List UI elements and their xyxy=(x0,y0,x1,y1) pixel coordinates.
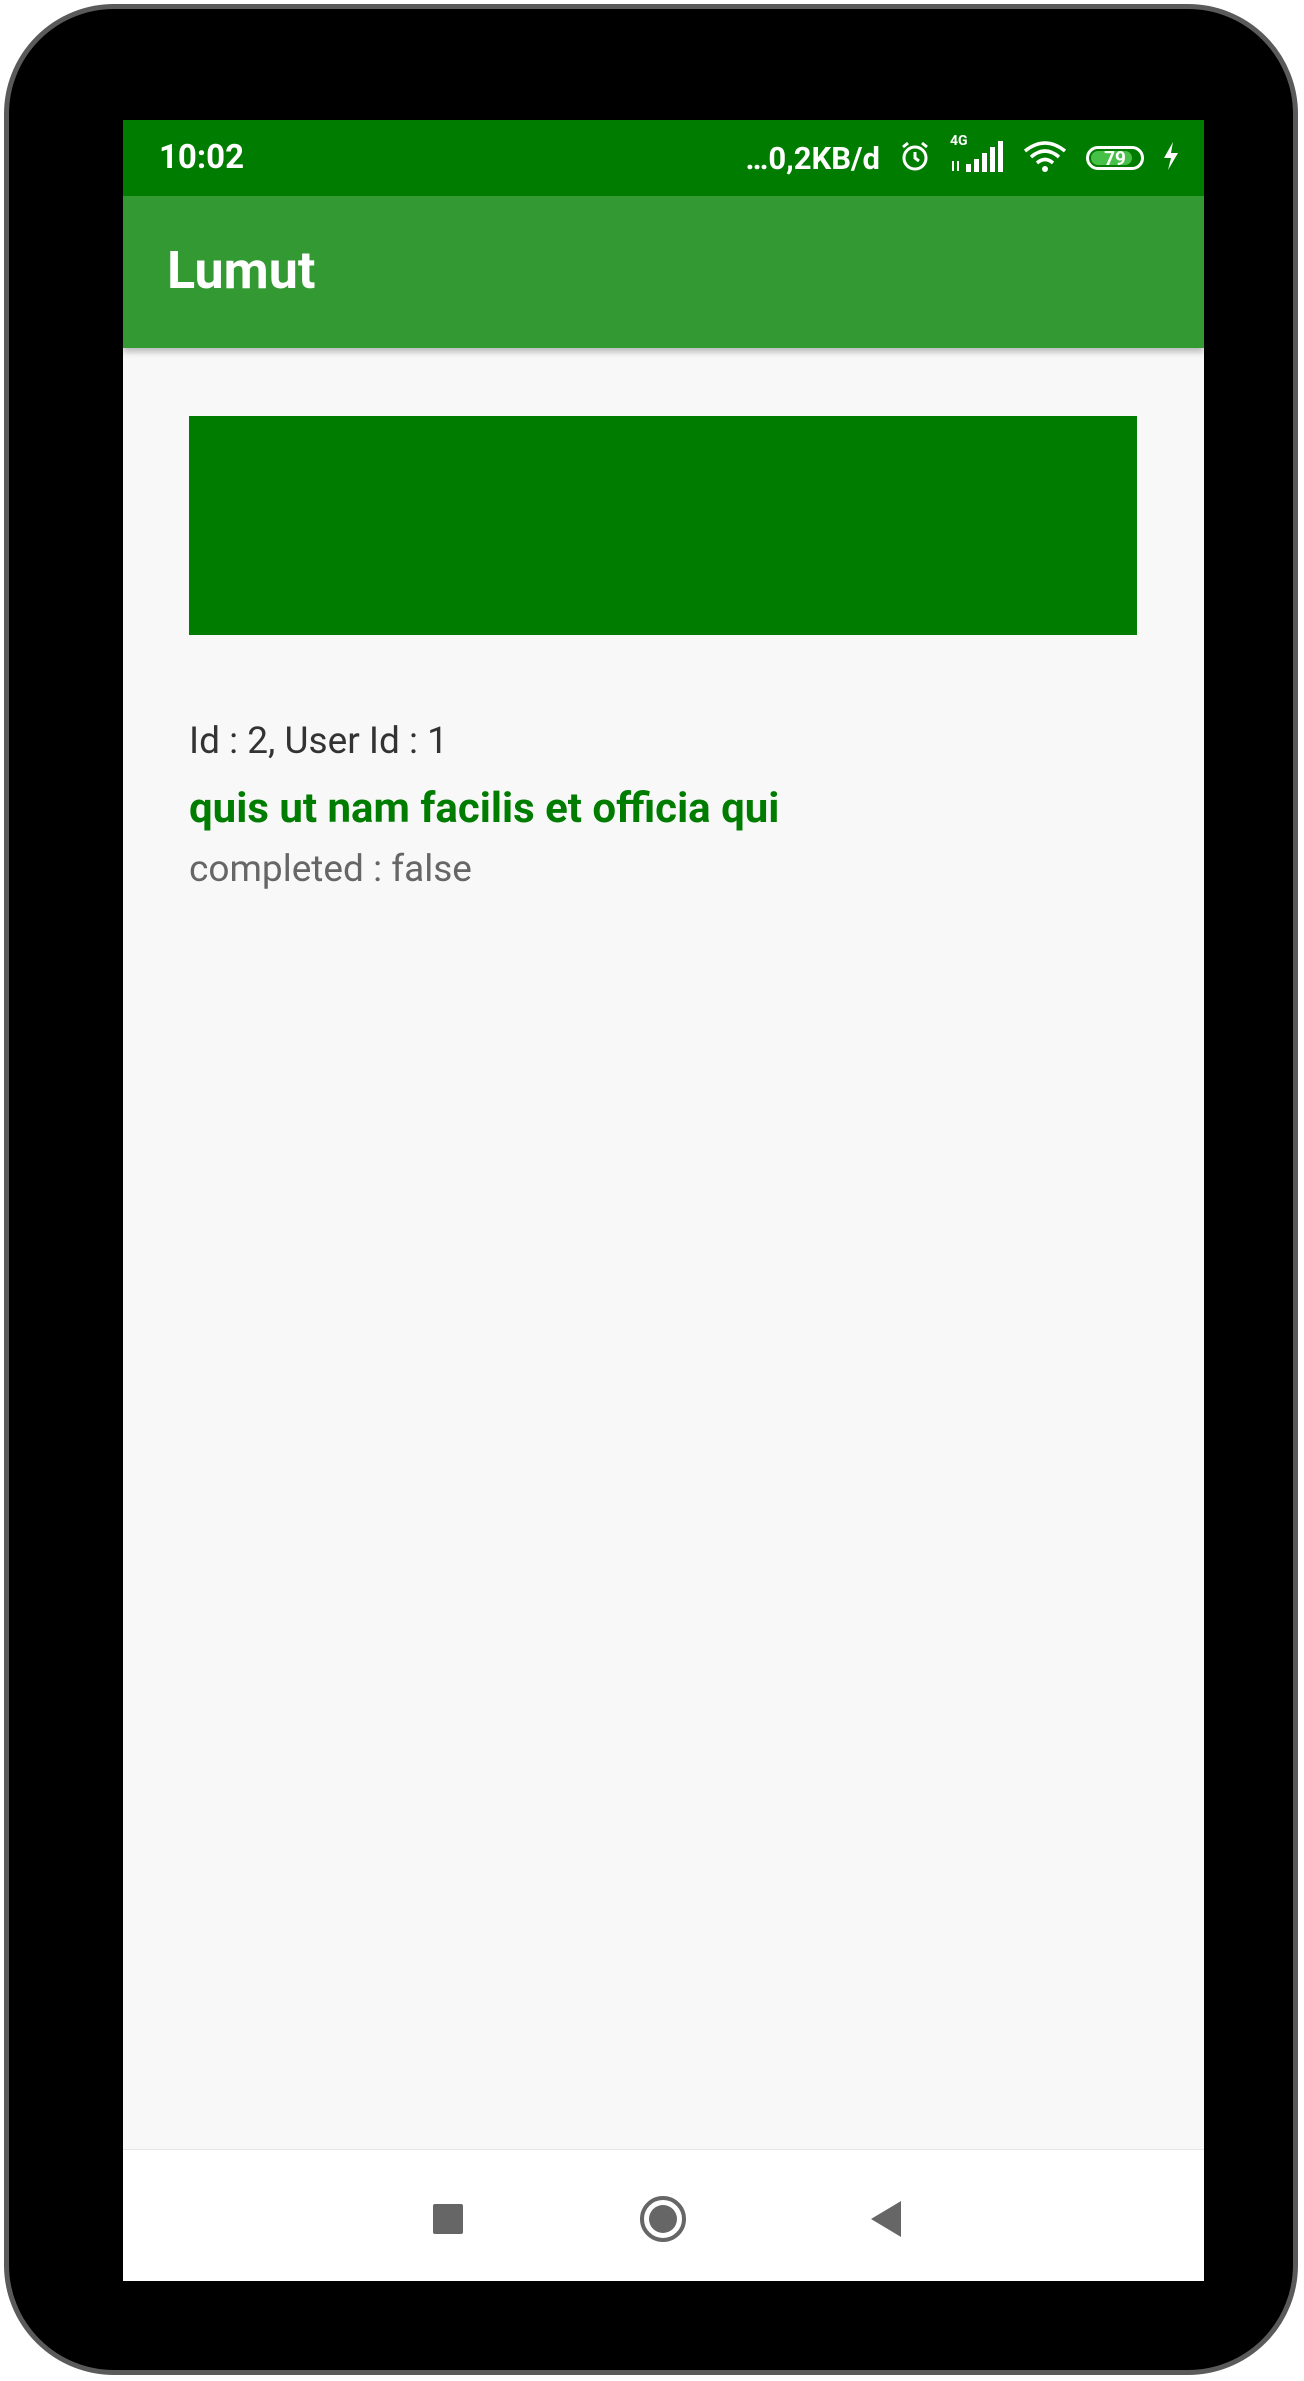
todo-detail: Id : 2, User Id : 1 quis ut nam facilis … xyxy=(189,720,1139,892)
green-banner xyxy=(189,416,1137,635)
charging-icon xyxy=(1162,141,1180,175)
battery-icon: 79 xyxy=(1086,146,1144,170)
status-icons: …0,2KB/d 4G 79 xyxy=(745,133,1180,182)
battery-level: 79 xyxy=(1104,146,1126,170)
network-speed: …0,2KB/d xyxy=(745,139,880,177)
device-frame: 10:02 …0,2KB/d 4G 79 Lumut Id: 2, User … xyxy=(4,4,1298,2375)
back-triangle-icon[interactable] xyxy=(863,2194,913,2244)
home-circle-icon[interactable] xyxy=(638,2194,688,2244)
alarm-icon xyxy=(898,139,932,177)
signal-icon: 4G xyxy=(950,133,1004,177)
app-title: Lumut xyxy=(167,240,316,301)
network-type: 4G xyxy=(950,133,968,149)
navigation-bar xyxy=(123,2149,1204,2281)
wifi-icon xyxy=(1022,139,1068,177)
app-bar: Lumut xyxy=(123,196,1204,348)
todo-ids: Id : 2, User Id : 1 xyxy=(189,720,448,763)
todo-completed-status: completed : false xyxy=(189,848,472,891)
status-time: 10:02 xyxy=(159,138,245,177)
status-bar: 10:02 …0,2KB/d 4G 79 xyxy=(123,120,1204,196)
todo-title: quis ut nam facilis et officia qui xyxy=(189,784,780,833)
recents-square-icon[interactable] xyxy=(423,2194,473,2244)
phone-screen: 10:02 …0,2KB/d 4G 79 Lumut Id: 2, User … xyxy=(123,120,1204,2281)
